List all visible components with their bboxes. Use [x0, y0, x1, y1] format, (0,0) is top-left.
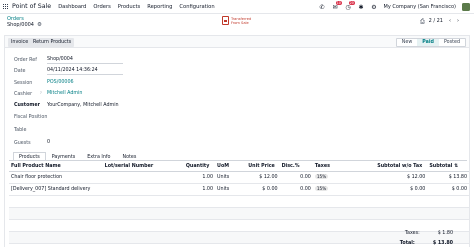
record-title: Shop/0004 ⚙ [7, 22, 42, 28]
cell-uom: Units [215, 171, 247, 184]
session-label: Session [14, 81, 33, 86]
session-value[interactable]: POS/00006 [47, 80, 74, 85]
empty-row [9, 219, 469, 232]
col-subtotal-wo-tax[interactable]: Subtotal w/o Tax [375, 162, 428, 172]
tax-tag: 15% [314, 186, 329, 191]
col-qty[interactable]: Quantity [183, 162, 216, 172]
customer-label: Customer [14, 103, 40, 108]
stage-selector: New Paid Posted [395, 38, 466, 47]
pager-next-icon[interactable]: › [457, 18, 459, 24]
apps-menu-icon[interactable] [0, 0, 12, 14]
transferred-label: Transferred From Sale [231, 16, 252, 25]
menu-reporting[interactable]: Reporting [147, 4, 172, 10]
app-title[interactable]: Point of Sale [12, 3, 51, 10]
cell-subtotal-wo-tax: $ 0.00 [375, 183, 428, 196]
menu-dashboard[interactable]: Dashboard [58, 4, 86, 10]
col-price[interactable]: Unit Price [246, 162, 280, 172]
order-ref-value[interactable]: Shop/0004 [47, 57, 73, 62]
return-products-button[interactable]: Return Products [30, 38, 75, 47]
user-avatar[interactable] [462, 3, 470, 11]
fiscal-position-label: Fiscal Position [14, 115, 48, 120]
cell-taxes: 15% [312, 183, 376, 196]
col-uom[interactable]: UoM [215, 162, 247, 172]
main-menu: Dashboard Orders Products Reporting Conf… [58, 4, 214, 10]
menu-orders[interactable]: Orders [93, 4, 110, 10]
stage-posted[interactable]: Posted [438, 39, 465, 46]
company-switcher[interactable]: My Company (San Francisco) [384, 4, 457, 10]
empty-row [9, 207, 469, 220]
transferred-indicator: Transferred From Sale [222, 16, 253, 25]
grand-total-label: Total: [399, 241, 415, 246]
settings-icon[interactable]: ⚙ [371, 4, 378, 11]
cashier-value[interactable]: Mitchell Admin [47, 91, 82, 96]
order-ref-label: Order Ref [14, 58, 37, 63]
cell-qty: 1.00 [183, 171, 216, 184]
pager-prev-icon[interactable]: ‹ [449, 18, 451, 24]
activity-icon[interactable]: ◷ 20 [345, 0, 355, 11]
help-icon: ? [40, 91, 42, 95]
activity-badge: 20 [348, 0, 355, 5]
order-ref-underline [47, 63, 123, 64]
tabs-divider [9, 160, 467, 161]
gear-icon[interactable]: ⚙ [37, 22, 42, 28]
customer-value[interactable]: YourCompany, Mitchell Admin [47, 103, 119, 108]
cell-subtotal-wo-tax: $ 12.00 [375, 171, 428, 184]
col-subtotal[interactable]: Subtotal ⇅ [427, 162, 469, 172]
empty-row [9, 195, 469, 208]
cashier-label: Cashier [14, 92, 33, 97]
pager: 2 / 21 ‹ › [429, 18, 459, 24]
menu-products[interactable]: Products [118, 4, 140, 10]
cell-qty: 1.00 [183, 183, 216, 196]
cell-price: $ 12.00 [246, 171, 280, 184]
cell-product: Chair floor protection [9, 171, 103, 184]
guests-label: Guests [14, 141, 31, 146]
menu-configuration[interactable]: Configuration [179, 4, 214, 10]
col-product[interactable]: Full Product Name [9, 162, 103, 172]
col-disc[interactable]: Disc.% [279, 162, 313, 172]
pager-value[interactable]: 2 / 21 [429, 18, 443, 24]
tax-tag: 15% [314, 174, 329, 179]
table-row[interactable]: Chair floor protection 1.00 Units $ 12.0… [9, 171, 469, 184]
cell-lot [102, 183, 184, 196]
cell-subtotal: $ 13.80 [427, 171, 469, 184]
chat-icon[interactable]: ✉ 10 [332, 0, 342, 11]
guests-value[interactable]: 0 [47, 140, 50, 145]
grand-total-value: $ 13.80 [432, 241, 453, 246]
phone-icon[interactable]: ✆ [319, 4, 326, 11]
print-icon[interactable]: ⎙ [420, 18, 425, 26]
cell-price: $ 0.00 [246, 183, 280, 196]
taxes-total: Taxes: $ 1.80 [405, 231, 453, 236]
record-name: Shop/0004 [7, 22, 34, 28]
invoice-button[interactable]: Invoice [8, 38, 32, 47]
column-settings-icon[interactable]: ⇅ [454, 164, 458, 169]
status-bar: Invoice Return Products New Paid Posted [4, 35, 470, 48]
stage-paid[interactable]: Paid [417, 39, 439, 46]
date-value[interactable]: 04/11/2024 14:36:24 [47, 68, 98, 73]
col-lot[interactable]: Lot/serial Number [102, 162, 184, 172]
cell-product: [Delivery_007] Standard delivery [9, 183, 103, 196]
debug-icon[interactable]: ✱ [358, 4, 365, 11]
taxes-total-value: $ 1.80 [437, 231, 453, 236]
date-label: Date [14, 69, 26, 74]
chat-badge: 10 [335, 0, 342, 5]
stage-new[interactable]: New [396, 39, 418, 46]
table-row[interactable]: [Delivery_007] Standard delivery 1.00 Un… [9, 183, 469, 196]
cell-lot [102, 171, 184, 184]
cell-subtotal: $ 0.00 [427, 183, 469, 196]
order-form: Order Ref Shop/0004 Date 04/11/2024 14:3… [4, 48, 470, 247]
col-subtotal-label: Subtotal [429, 163, 453, 169]
table-label: Table [14, 128, 27, 133]
grand-total: Total: $ 13.80 [400, 241, 453, 246]
cell-disc: 0.00 [279, 183, 313, 196]
cell-uom: Units [215, 183, 247, 196]
col-taxes[interactable]: Taxes [312, 162, 376, 172]
date-underline [47, 74, 123, 75]
top-navbar: Point of Sale Dashboard Orders Products … [0, 0, 474, 14]
order-lines-table: Full Product Name Lot/serial Number Quan… [9, 162, 469, 244]
cloud-icon [222, 16, 229, 25]
cell-taxes: 15% [312, 171, 376, 184]
table-header-row: Full Product Name Lot/serial Number Quan… [9, 162, 469, 172]
cell-disc: 0.00 [279, 171, 313, 184]
taxes-total-label: Taxes: [404, 231, 420, 236]
